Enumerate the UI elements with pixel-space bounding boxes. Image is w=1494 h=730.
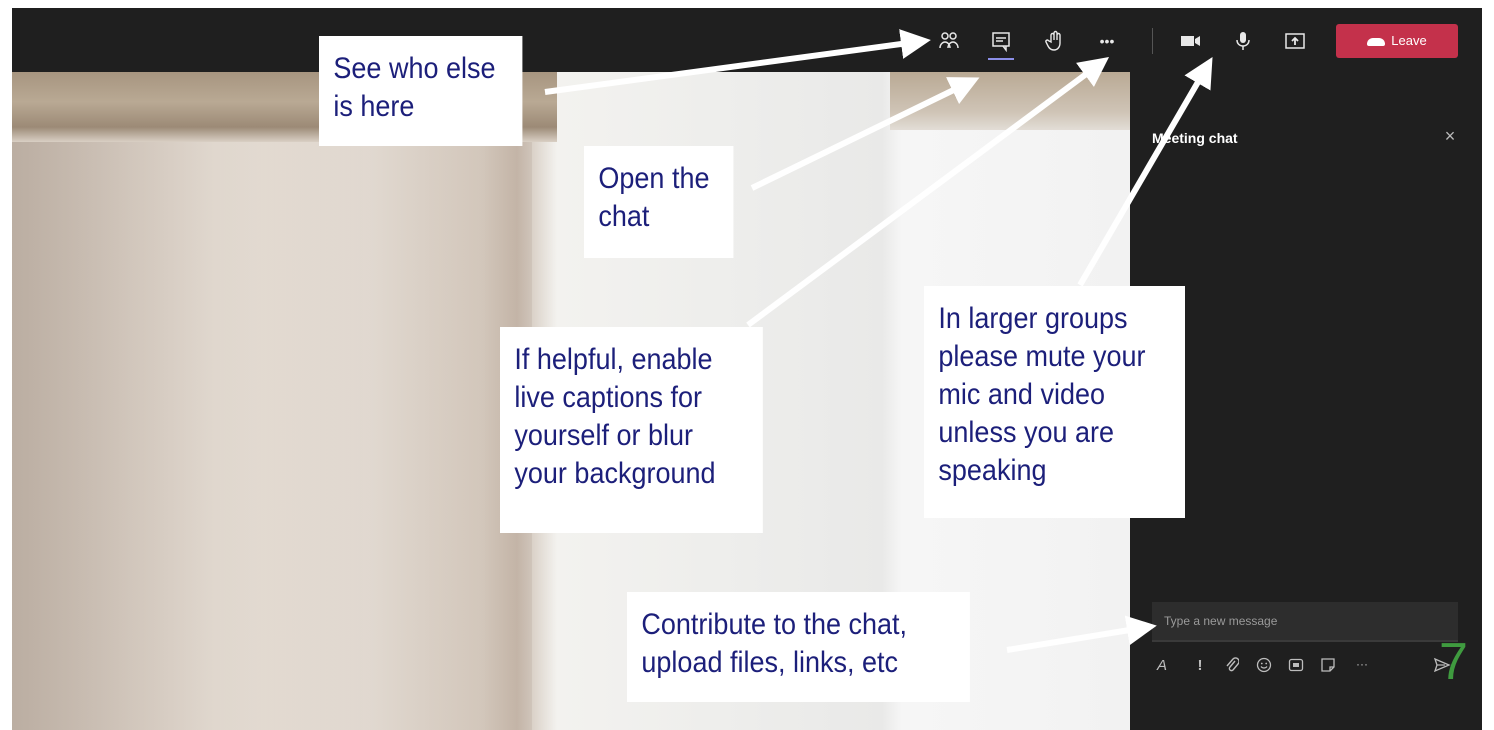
callout-participants: See who else is here xyxy=(319,36,523,146)
callout-chat: Open the chat xyxy=(584,146,734,258)
callout-more-options: If helpful, enable live captions for you… xyxy=(500,327,763,533)
arrow-mute xyxy=(1077,57,1213,287)
callout-mute: In larger groups please mute your mic an… xyxy=(924,286,1185,518)
arrow-compose xyxy=(1006,615,1157,653)
arrow-chat xyxy=(750,77,980,191)
arrow-participants xyxy=(544,29,931,95)
page-number: 7 xyxy=(1439,633,1468,691)
callout-compose: Contribute to the chat, upload files, li… xyxy=(627,592,970,702)
